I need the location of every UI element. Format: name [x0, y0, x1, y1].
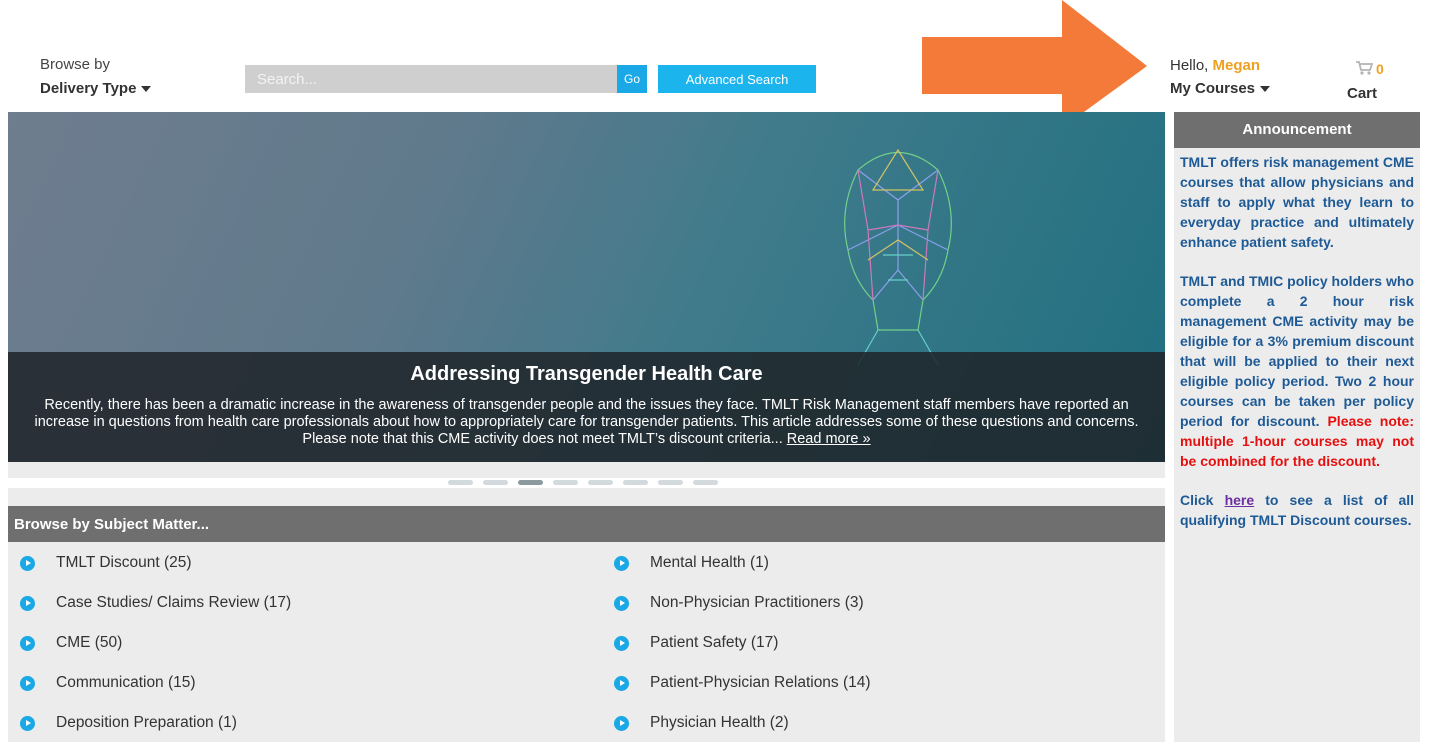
- subject-item-communication[interactable]: Communication (15): [20, 674, 196, 692]
- carousel-dot-active[interactable]: [517, 480, 543, 485]
- subject-item-deposition-preparation[interactable]: Deposition Preparation (1): [20, 714, 237, 732]
- subject-count: (3): [844, 594, 864, 611]
- subject-item-case-studies[interactable]: Case Studies/ Claims Review (17): [20, 594, 291, 612]
- play-bullet-icon: [614, 675, 629, 691]
- read-more-link[interactable]: Read more »: [787, 431, 871, 447]
- carousel-dot[interactable]: [482, 480, 508, 485]
- subject-name: TMLT Discount: [56, 554, 160, 571]
- subject-matter-header: Browse by Subject Matter...: [8, 506, 1165, 542]
- arrow-annotation-icon: [922, 0, 1147, 128]
- search-go-button[interactable]: Go: [617, 65, 647, 93]
- carousel-dot[interactable]: [657, 480, 683, 485]
- hero-text: Recently, there has been a dramatic incr…: [8, 397, 1165, 448]
- cart-count[interactable]: 0: [1376, 61, 1384, 77]
- cart-icon[interactable]: [1355, 60, 1373, 76]
- carousel-dot[interactable]: [447, 480, 473, 485]
- subject-count: (50): [94, 634, 123, 651]
- subject-count: (1): [218, 714, 237, 731]
- subject-name: Non-Physician Practitioners: [650, 594, 841, 611]
- subject-name: Physician Health: [650, 714, 766, 731]
- search-input[interactable]: [245, 65, 617, 93]
- carousel-dot[interactable]: [622, 480, 648, 485]
- play-bullet-icon: [614, 715, 629, 731]
- subject-name: CME: [56, 634, 91, 651]
- announcement-text: to see a list of all qualifying TMLT Dis…: [1180, 492, 1415, 529]
- subject-item-cme[interactable]: CME (50): [20, 634, 122, 652]
- subject-item-mental-health[interactable]: Mental Health (1): [614, 554, 769, 572]
- announcement-paragraph: TMLT and TMIC policy holders who complet…: [1180, 272, 1414, 471]
- delivery-type-label: Delivery Type: [40, 80, 137, 97]
- hero-description: Recently, there has been a dramatic incr…: [34, 397, 1139, 447]
- subject-count: (25): [163, 554, 192, 571]
- subject-name: Deposition Preparation: [56, 714, 214, 731]
- user-name[interactable]: Megan: [1213, 57, 1261, 74]
- advanced-search-button[interactable]: Advanced Search: [658, 65, 816, 93]
- subject-name: Communication: [56, 674, 164, 691]
- subject-count: (2): [769, 714, 789, 731]
- browse-by-label: Browse by: [40, 56, 111, 73]
- my-courses-dropdown[interactable]: My Courses: [1170, 80, 1271, 97]
- carousel-dot[interactable]: [587, 480, 613, 485]
- subject-name: Patient-Physician Relations: [650, 674, 839, 691]
- carousel-pager: [0, 478, 1165, 488]
- play-bullet-icon: [614, 595, 629, 611]
- subject-name: Case Studies/ Claims Review: [56, 594, 260, 611]
- subject-item-physician-health[interactable]: Physician Health (2): [614, 714, 789, 732]
- play-bullet-icon: [20, 675, 35, 691]
- subject-item-tmlt-discount[interactable]: TMLT Discount (25): [20, 554, 192, 572]
- carousel-dot[interactable]: [692, 480, 718, 485]
- announcement-text: Click: [1180, 492, 1214, 509]
- announcement-body: TMLT offers risk management CME courses …: [1174, 148, 1420, 742]
- play-bullet-icon: [20, 635, 35, 651]
- hero-carousel[interactable]: Addressing Transgender Health Care Recen…: [8, 112, 1165, 462]
- subject-count: (15): [168, 674, 196, 691]
- discount-courses-link[interactable]: here: [1225, 492, 1255, 508]
- play-bullet-icon: [20, 555, 35, 571]
- subject-name: Mental Health: [650, 554, 746, 571]
- announcement-text: TMLT and TMIC policy holders who complet…: [1180, 273, 1414, 429]
- subject-count: (1): [749, 554, 769, 571]
- subject-item-patient-safety[interactable]: Patient Safety (17): [614, 634, 778, 652]
- subject-name: Patient Safety: [650, 634, 747, 651]
- carousel-dot[interactable]: [552, 480, 578, 485]
- subject-item-patient-physician-relations[interactable]: Patient-Physician Relations (14): [614, 674, 871, 692]
- delivery-type-dropdown[interactable]: Delivery Type: [40, 80, 152, 97]
- hero-title[interactable]: Addressing Transgender Health Care: [8, 363, 1165, 386]
- caret-down-icon: [141, 86, 152, 93]
- cart-link[interactable]: Cart: [1347, 85, 1377, 102]
- play-bullet-icon: [20, 595, 35, 611]
- greeting-prefix: Hello,: [1170, 57, 1209, 74]
- play-bullet-icon: [614, 555, 629, 571]
- play-bullet-icon: [614, 635, 629, 651]
- announcement-header: Announcement: [1174, 112, 1420, 148]
- page: Browse by Delivery Type Go Advanced Sear…: [0, 0, 1430, 742]
- hero-caption: Addressing Transgender Health Care Recen…: [8, 352, 1165, 462]
- subject-count: (14): [843, 674, 871, 691]
- announcement-paragraph: Click here to see a list of all qualifyi…: [1180, 491, 1414, 531]
- subject-count: (17): [263, 594, 292, 611]
- subject-item-non-physician-practitioners[interactable]: Non-Physician Practitioners (3): [614, 594, 864, 612]
- announcement-paragraph: TMLT offers risk management CME courses …: [1180, 154, 1414, 250]
- my-courses-label: My Courses: [1170, 80, 1256, 97]
- greeting: Hello, Megan: [1170, 57, 1260, 74]
- play-bullet-icon: [20, 715, 35, 731]
- caret-down-icon: [1260, 86, 1271, 93]
- wireframe-head-image: [844, 148, 952, 366]
- subject-count: (17): [750, 634, 779, 651]
